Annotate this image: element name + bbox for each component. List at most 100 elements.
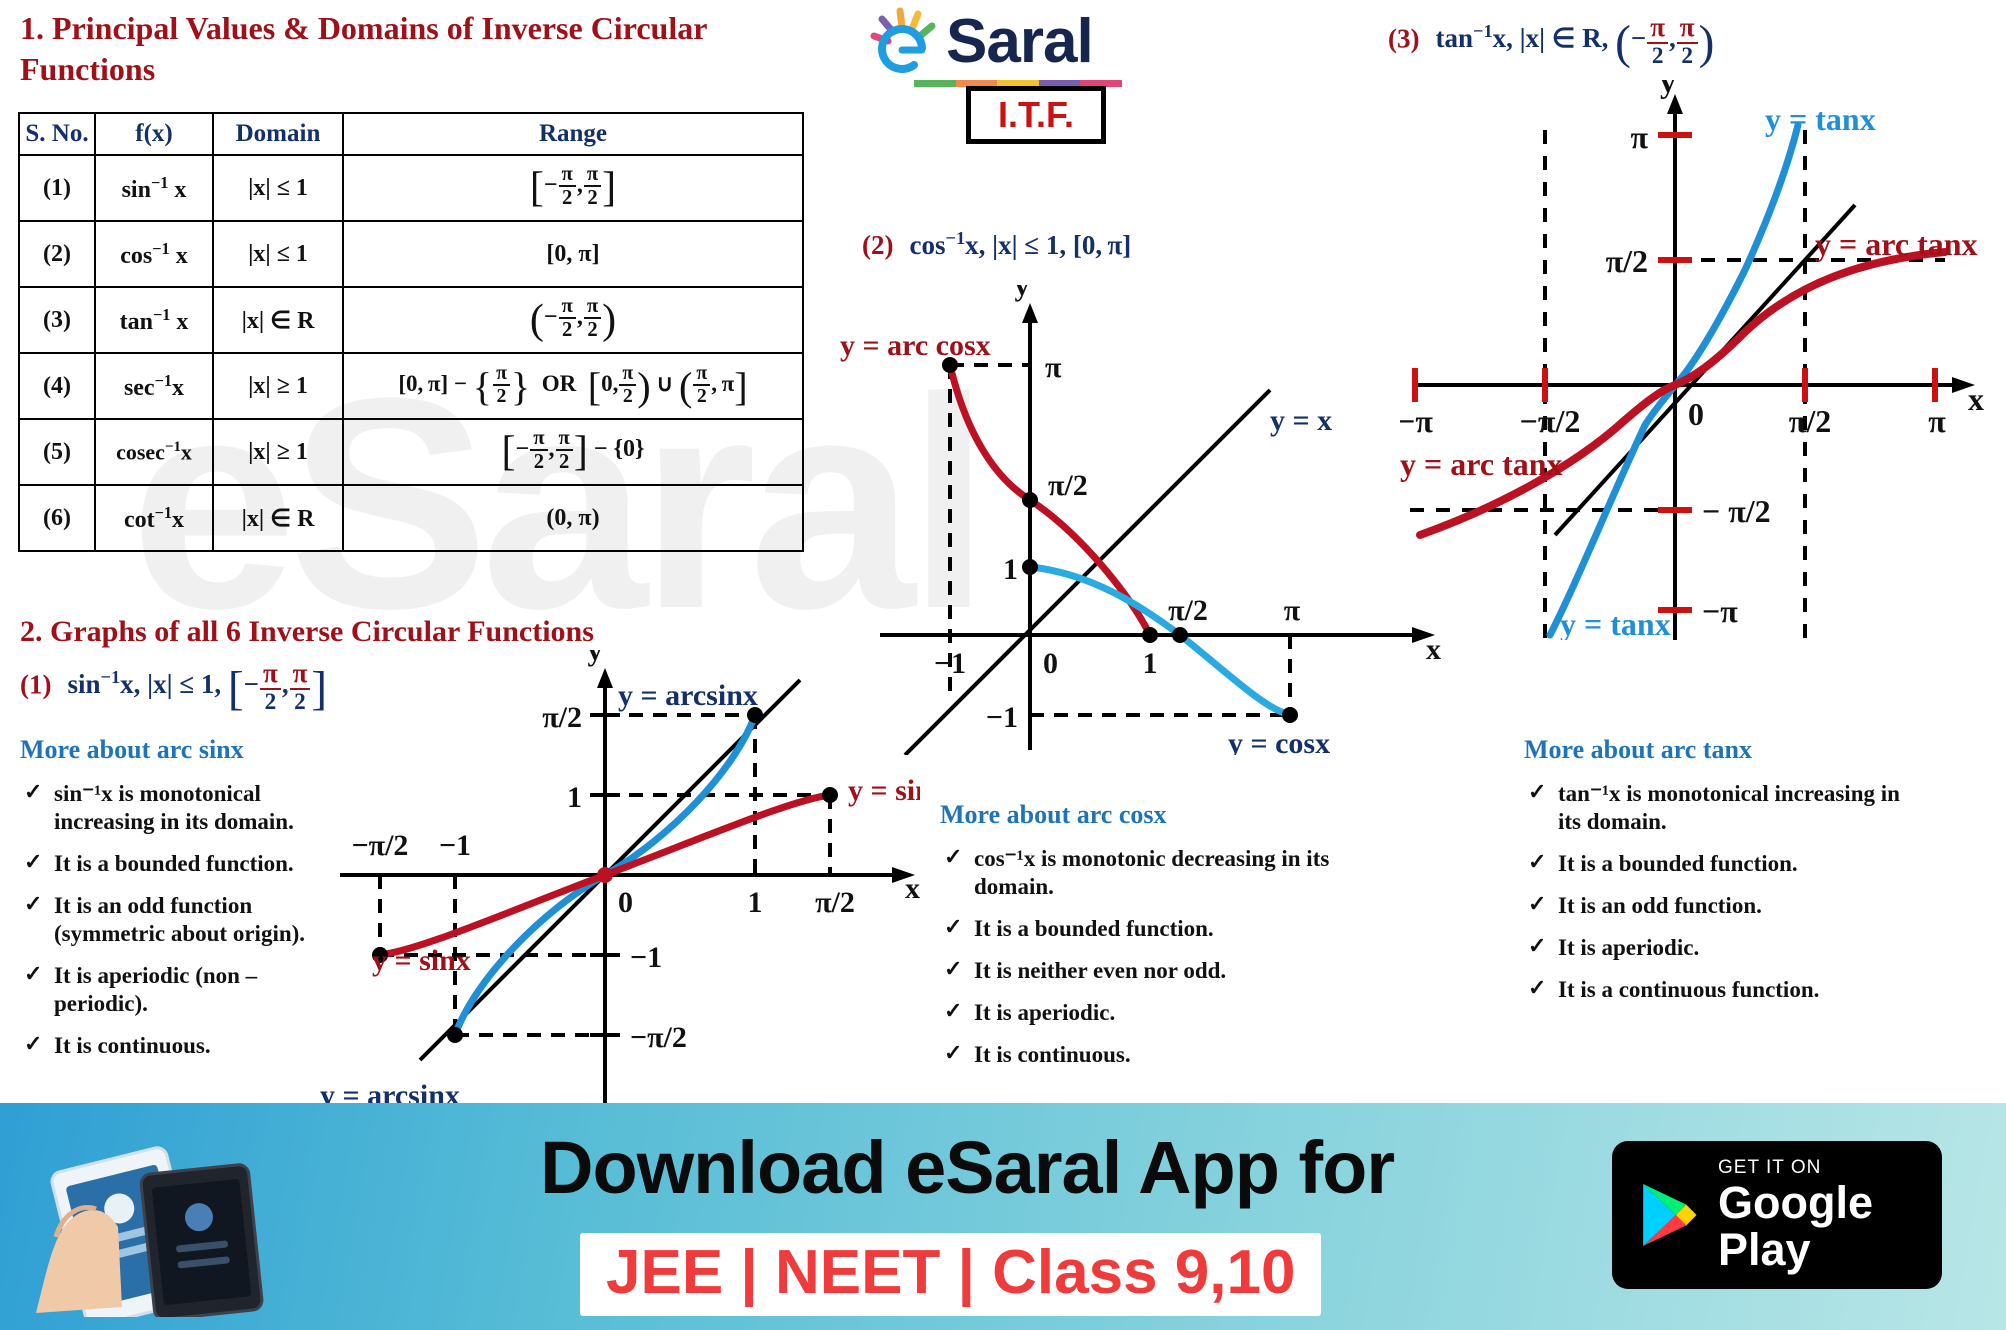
arctan-curve-label-right: y = arc tanx [1815,226,1978,262]
fact-text: It is continuous. [54,1033,211,1059]
cosx-point-pi2 [1172,627,1188,643]
arccos-point-one [1142,627,1158,643]
arctan-xtick-pi: π [1928,403,1946,439]
arcsin-ytick-1: 1 [567,781,582,814]
row-domain: |x| ∈ R [212,484,344,552]
google-play-small-text: GET IT ON [1718,1156,1822,1178]
graph-formula-1: sin−1x, |x| ≤ 1, [− π 2, π 2] [67,658,328,715]
row-domain: |x| ≤ 1 [212,220,344,288]
arccos-y-axis-label: y [1015,285,1030,302]
arccos-point-pi2 [1022,492,1038,508]
check-icon: ✓ [944,956,963,982]
banner-subheadline: JEE | NEET | Class 9,10 [606,1238,1296,1307]
tanx-curve-label-bottom: y = tanx [1560,606,1671,640]
arccos-xtick-1: 1 [1143,647,1158,680]
arccos-facts-list: ✓ cos⁻¹x is monotonic decreasing in its d… [944,844,1334,1083]
fact-text: cos⁻¹x is monotonic decreasing in its do… [974,846,1330,900]
table-header-fx: f(x) [94,112,214,156]
esaral-logo-text: Saral [946,7,1094,76]
fact-text: It is a bounded function. [1558,851,1798,877]
arctan-origin-label: 0 [1688,396,1704,432]
google-play-icon [1643,1183,1697,1247]
cosx-point-one [1022,559,1038,575]
banner-subheadline-chip: JEE | NEET | Class 9,10 [580,1233,1322,1316]
row-function: cosec−1x [94,418,214,486]
list-item: ✓ cos⁻¹x is monotonic decreasing in its d… [944,844,1334,901]
check-icon: ✓ [944,844,963,869]
check-icon: ✓ [944,1040,963,1066]
check-icon: ✓ [944,998,963,1024]
graph-index-2: (2) [862,230,894,260]
google-play-badge[interactable]: GET IT ON Google Play [1612,1141,1942,1289]
principal-values-table: S. No. f(x) Domain Range (1) sin−1 x |x|… [18,112,804,552]
table-row: (1) sin−1 x |x| ≤ 1 [− π 2, π 2] [18,154,804,222]
table-row: (3) tan−1 x |x| ∈ R (− π 2, π 2) [18,286,804,354]
arctan-ytick-pi: π [1630,119,1648,155]
graph-formula-2: cos−1x, |x| ≤ 1, [0, π] [909,228,1132,260]
arcsin-ytick-pi2: π/2 [542,701,582,734]
check-icon: ✓ [944,914,963,940]
arctan-y-axis-label: y [1660,80,1676,99]
graph-header-arctan: (3) tan−1x, |x| ∈ R, (− π 2, π 2) [1388,14,1714,70]
row-domain: |x| ∈ R [212,286,344,354]
row-sno: (6) [18,484,96,552]
arcsin-ytick-negpi2: −π/2 [630,1021,687,1054]
arcsin-xtick-1: 1 [748,886,763,919]
check-icon: ✓ [24,961,43,987]
arccos-curve-label: y = arc cosx [840,329,991,362]
row-domain: |x| ≥ 1 [212,418,344,486]
list-item: ✓ tan⁻¹x is monotonical increasing in its… [1528,779,1928,836]
fact-text: It is a continuous function. [1558,977,1820,1003]
row-sno: (3) [18,286,96,354]
table-row: (5) cosec−1x |x| ≥ 1 [− π 2, π 2] − {0} [18,418,804,486]
tanx-curve-label-top: y = tanx [1765,101,1876,137]
check-icon: ✓ [1528,849,1547,875]
list-item: ✓ It is an odd function (symmetric about … [24,891,324,948]
list-item: ✓ It is a bounded function. [944,914,1334,943]
check-icon: ✓ [1528,975,1547,1001]
arcsin-y-arrowhead [597,668,613,688]
tanx-curve-upper [1671,121,1802,389]
graph-formula-3: tan−1x, |x| ∈ R, (− π 2, π 2) [1435,12,1715,69]
more-about-arccos-title: More about arc cosx [940,800,1167,829]
row-domain: |x| ≤ 1 [212,154,344,222]
row-function: sec−1x [94,352,214,420]
row-function: cos−1 x [94,220,214,288]
google-play-text: GET IT ON Google Play [1718,1157,1942,1274]
fact-text: It is a bounded function. [974,916,1214,942]
fact-text: tan⁻¹x is monotonical increasing in its … [1558,781,1900,835]
arctan-graph: y x 0 π π/2 − π/2 −π −π −π/2 π/2 π y = t… [1400,80,1984,640]
arcsin-curve-label-top: y = arcsinx [618,679,758,712]
arccos-origin-label: 0 [1043,647,1058,680]
arcsin-origin-point [597,867,613,883]
row-range: [− π 2, π 2] − {0} [342,418,804,486]
arctan-xtick-pi2: π/2 [1789,403,1831,439]
row-range: (0, π) [342,484,804,552]
list-item: ✓ It is a bounded function. [24,849,324,878]
arccos-xtick-pi: π [1284,594,1301,627]
list-item: ✓ It is aperiodic. [1528,933,1928,962]
arccos-graph: y x 0 π π/2 1 −1 −1 1 π/2 π y = arc cosx… [840,285,1441,755]
arcsin-origin-label: 0 [618,886,633,919]
list-item: ✓ It is an odd function. [1528,891,1928,920]
list-item: ✓ It is a bounded function. [1528,849,1928,878]
arctan-ytick-pi2: π/2 [1606,243,1648,279]
tablet-hand-illustration [36,1146,264,1317]
check-icon: ✓ [1528,891,1547,917]
list-item: ✓ It is a continuous function. [1528,975,1928,1004]
check-icon: ✓ [24,849,43,875]
infographic-root: eSaral 1. Principal Values & Domains of … [0,0,2006,1330]
fact-text: It is a bounded function. [54,851,294,877]
arcsin-point-bottom [447,1027,463,1043]
row-range: (− π 2, π 2) [342,286,804,354]
app-download-banner: Download eSaral App for JEE | NEET | Cla… [0,1103,2006,1330]
row-sno: (5) [18,418,96,486]
itf-badge-label: I.T.F. [997,94,1074,135]
fact-text: It is aperiodic (non – periodic). [54,963,258,1017]
fact-text: It is aperiodic. [1558,935,1700,961]
graph-header-arccos: (2) cos−1x, |x| ≤ 1, [0, π] [862,228,1131,261]
cosx-point-pi [1282,707,1298,723]
banner-headline: Download eSaral App for [540,1126,1395,1209]
fact-text: It is an odd function. [1558,893,1762,919]
arcsin-ytick-neg1: −1 [630,941,662,974]
